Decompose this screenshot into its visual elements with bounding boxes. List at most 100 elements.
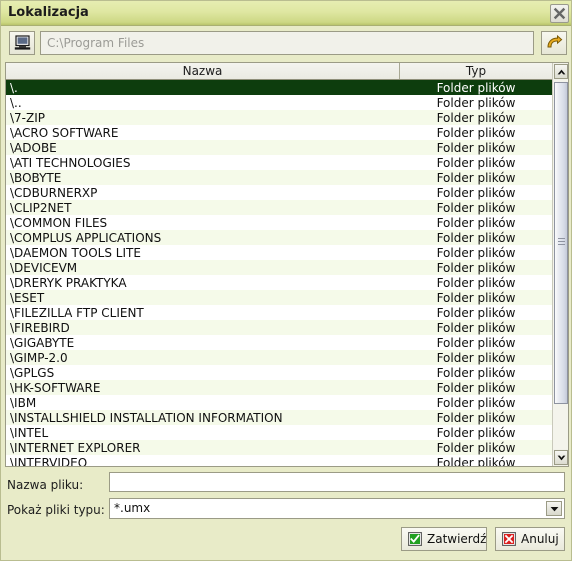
- table-row[interactable]: \GIGABYTE Folder plików: [6, 335, 552, 350]
- file-list[interactable]: Nazwa Typ \. Folder plików \.. Folder plikó…: [5, 62, 569, 467]
- cell-name: \FIREBIRD: [10, 320, 70, 335]
- filetype-select[interactable]: *.umx: [109, 498, 565, 519]
- cell-name: \ACRO SOFTWARE: [10, 125, 119, 140]
- table-row[interactable]: \DRERYK PRAKTYKA Folder plików: [6, 275, 552, 290]
- cell-type: Folder plików: [436, 365, 516, 380]
- list-header: Nazwa Typ: [6, 63, 568, 80]
- table-row[interactable]: \FIREBIRD Folder plików: [6, 320, 552, 335]
- cell-type: Folder plików: [436, 335, 516, 350]
- cell-type: Folder plików: [436, 305, 516, 320]
- computer-button[interactable]: [9, 31, 35, 55]
- table-row[interactable]: \GPLGS Folder plików: [6, 365, 552, 380]
- scrollbar-grip: [558, 238, 565, 248]
- table-row[interactable]: \FILEZILLA FTP CLIENT Folder plików: [6, 305, 552, 320]
- list-rows: \. Folder plików \.. Folder plików \7-ZIP Fol…: [6, 80, 552, 466]
- confirm-button-label: Zatwierdź: [427, 532, 487, 546]
- table-row[interactable]: \CLIP2NET Folder plików: [6, 200, 552, 215]
- cell-type: Folder plików: [436, 185, 516, 200]
- table-row[interactable]: \ADOBE Folder plików: [6, 140, 552, 155]
- table-row[interactable]: \INTERNET EXPLORER Folder plików: [6, 440, 552, 455]
- table-row[interactable]: \BOBYTE Folder plików: [6, 170, 552, 185]
- cell-name: \IBM: [10, 395, 37, 410]
- table-row[interactable]: \COMMON FILES Folder plików: [6, 215, 552, 230]
- cell-type: Folder plików: [436, 155, 516, 170]
- check-icon: [408, 532, 422, 546]
- table-row[interactable]: \DEVICEVM Folder plików: [6, 260, 552, 275]
- cell-name: \7-ZIP: [10, 110, 46, 125]
- table-row[interactable]: \COMPLUS APPLICATIONS Folder plików: [6, 230, 552, 245]
- cell-name: \DEVICEVM: [10, 260, 78, 275]
- cell-type: Folder plików: [436, 275, 516, 290]
- column-header-typ[interactable]: Typ: [400, 63, 552, 79]
- scroll-up-button[interactable]: [554, 64, 568, 79]
- cell-name: \INSTALLSHIELD INSTALLATION INFORMATION: [10, 410, 283, 425]
- table-row[interactable]: \INTEL Folder plików: [6, 425, 552, 440]
- path-toolbar: [1, 27, 571, 61]
- filetype-value: *.umx: [114, 501, 151, 515]
- cell-name: \..: [10, 95, 22, 110]
- filetype-label: Pokaż pliki typu:: [7, 503, 105, 517]
- cell-name: \GIMP-2.0: [10, 350, 68, 365]
- cell-name: \HK-SOFTWARE: [10, 380, 101, 395]
- cell-type: Folder plików: [436, 260, 516, 275]
- cell-name: \GIGABYTE: [10, 335, 75, 350]
- table-row[interactable]: \IBM Folder plików: [6, 395, 552, 410]
- close-icon: [553, 7, 566, 20]
- cell-type: Folder plików: [436, 455, 516, 467]
- cross-icon: [502, 532, 516, 546]
- table-row[interactable]: \ATI TECHNOLOGIES Folder plików: [6, 155, 552, 170]
- column-header-nazwa[interactable]: Nazwa: [6, 63, 400, 79]
- table-row[interactable]: \HK-SOFTWARE Folder plików: [6, 380, 552, 395]
- filename-input[interactable]: [109, 472, 565, 492]
- table-row[interactable]: \INSTALLSHIELD INSTALLATION INFORMATION F…: [6, 410, 552, 425]
- cell-name: \INTEL: [10, 425, 49, 440]
- table-row[interactable]: \DAEMON TOOLS LITE Folder plików: [6, 245, 552, 260]
- cell-name: \COMPLUS APPLICATIONS: [10, 230, 162, 245]
- cancel-button[interactable]: Anuluj: [495, 527, 565, 551]
- table-row[interactable]: \7-ZIP Folder plików: [6, 110, 552, 125]
- cell-type: Folder plików: [436, 230, 516, 245]
- cell-type: Folder plików: [436, 320, 516, 335]
- cell-type: Folder plików: [436, 140, 516, 155]
- back-arrow-icon: [547, 34, 563, 47]
- list-scrollbar[interactable]: [552, 63, 568, 466]
- scrollbar-track[interactable]: [553, 80, 568, 449]
- chevron-down-icon: [550, 506, 558, 511]
- cell-name: \ATI TECHNOLOGIES: [10, 155, 131, 170]
- table-row[interactable]: \ACRO SOFTWARE Folder plików: [6, 125, 552, 140]
- back-button[interactable]: [541, 31, 567, 55]
- cell-name: \BOBYTE: [10, 170, 62, 185]
- scrollbar-thumb[interactable]: [554, 82, 568, 404]
- chevron-down-icon: [557, 455, 565, 460]
- cell-type: Folder plików: [436, 110, 516, 125]
- cell-type: Folder plików: [436, 125, 516, 140]
- table-row[interactable]: \. Folder plików: [6, 80, 552, 95]
- table-row[interactable]: \GIMP-2.0 Folder plików: [6, 350, 552, 365]
- table-row[interactable]: \.. Folder plików: [6, 95, 552, 110]
- location-dialog: Lokalizacja Nazwa Typ: [0, 0, 572, 561]
- table-row[interactable]: \CDBURNERXP Folder plików: [6, 185, 552, 200]
- cell-type: Folder plików: [436, 245, 516, 260]
- filetype-dropdown-arrow[interactable]: [546, 501, 562, 516]
- title-bar: Lokalizacja: [1, 1, 571, 26]
- path-input[interactable]: [40, 31, 534, 55]
- cell-name: \ADOBE: [10, 140, 57, 155]
- filename-label: Nazwa pliku:: [7, 478, 84, 492]
- cell-type: Folder plików: [436, 380, 516, 395]
- scroll-down-button[interactable]: [554, 450, 568, 465]
- close-button[interactable]: [550, 4, 569, 23]
- cell-name: \DRERYK PRAKTYKA: [10, 275, 127, 290]
- cancel-button-label: Anuluj: [521, 532, 559, 546]
- cell-type: Folder plików: [436, 395, 516, 410]
- cell-type: Folder plików: [436, 350, 516, 365]
- cell-name: \GPLGS: [10, 365, 55, 380]
- dialog-title: Lokalizacja: [8, 5, 89, 20]
- cell-type: Folder plików: [436, 95, 516, 110]
- cell-type: Folder plików: [436, 425, 516, 440]
- cell-name: \DAEMON TOOLS LITE: [10, 245, 141, 260]
- table-row[interactable]: \INTERVIDEO Folder plików: [6, 455, 552, 466]
- cell-type: Folder plików: [436, 440, 516, 455]
- cell-name: \CDBURNERXP: [10, 185, 98, 200]
- confirm-button[interactable]: Zatwierdź: [401, 527, 487, 551]
- table-row[interactable]: \ESET Folder plików: [6, 290, 552, 305]
